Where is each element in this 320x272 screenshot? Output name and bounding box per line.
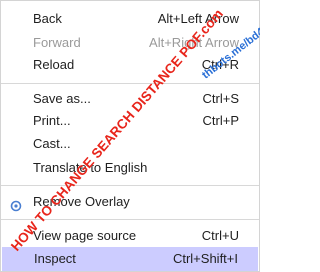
menu-item-view-source[interactable]: View page source Ctrl+U — [1, 224, 259, 248]
menu-separator — [1, 219, 259, 220]
menu-item-shortcut: Ctrl+Shift+I — [172, 251, 238, 266]
overlay-icon — [10, 196, 22, 212]
menu-item-inspect[interactable]: Inspect Ctrl+Shift+I — [2, 247, 258, 271]
menu-item-label: Reload — [33, 57, 75, 72]
menu-item-shortcut: Alt+Right Arrow — [149, 35, 239, 50]
screenshot-stage: Back Alt+Left Arrow Forward Alt+Right Ar… — [0, 0, 260, 272]
menu-item-back[interactable]: Back Alt+Left Arrow — [1, 7, 259, 31]
menu-item-shortcut: Ctrl+U — [201, 228, 239, 243]
menu-item-reload[interactable]: Reload Ctrl+R — [1, 53, 259, 77]
menu-separator — [1, 83, 259, 84]
menu-item-remove-overlay[interactable]: Remove Overlay — [1, 190, 259, 214]
menu-item-print[interactable]: Print... Ctrl+P — [1, 109, 259, 133]
menu-item-label: Print... — [33, 113, 71, 128]
menu-item-translate[interactable]: Translate to English — [1, 156, 259, 180]
menu-item-shortcut: Ctrl+P — [202, 113, 239, 128]
menu-item-shortcut: Ctrl+R — [201, 57, 239, 72]
menu-item-shortcut: Alt+Left Arrow — [157, 11, 239, 26]
menu-separator — [1, 185, 259, 186]
menu-item-cast[interactable]: Cast... — [1, 132, 259, 156]
menu-item-label: Remove Overlay — [33, 194, 130, 209]
menu-item-save-as[interactable]: Save as... Ctrl+S — [1, 87, 259, 111]
context-menu: Back Alt+Left Arrow Forward Alt+Right Ar… — [0, 0, 260, 272]
menu-item-label: Inspect — [34, 251, 76, 266]
menu-item-forward[interactable]: Forward Alt+Right Arrow — [1, 31, 259, 55]
menu-item-label: Translate to English — [33, 160, 148, 175]
menu-item-label: Cast... — [33, 136, 71, 151]
menu-item-label: Back — [33, 11, 62, 26]
menu-item-label: Forward — [33, 35, 81, 50]
menu-item-shortcut: Ctrl+S — [202, 91, 239, 106]
menu-item-label: View page source — [33, 228, 137, 243]
menu-item-label: Save as... — [33, 91, 91, 106]
